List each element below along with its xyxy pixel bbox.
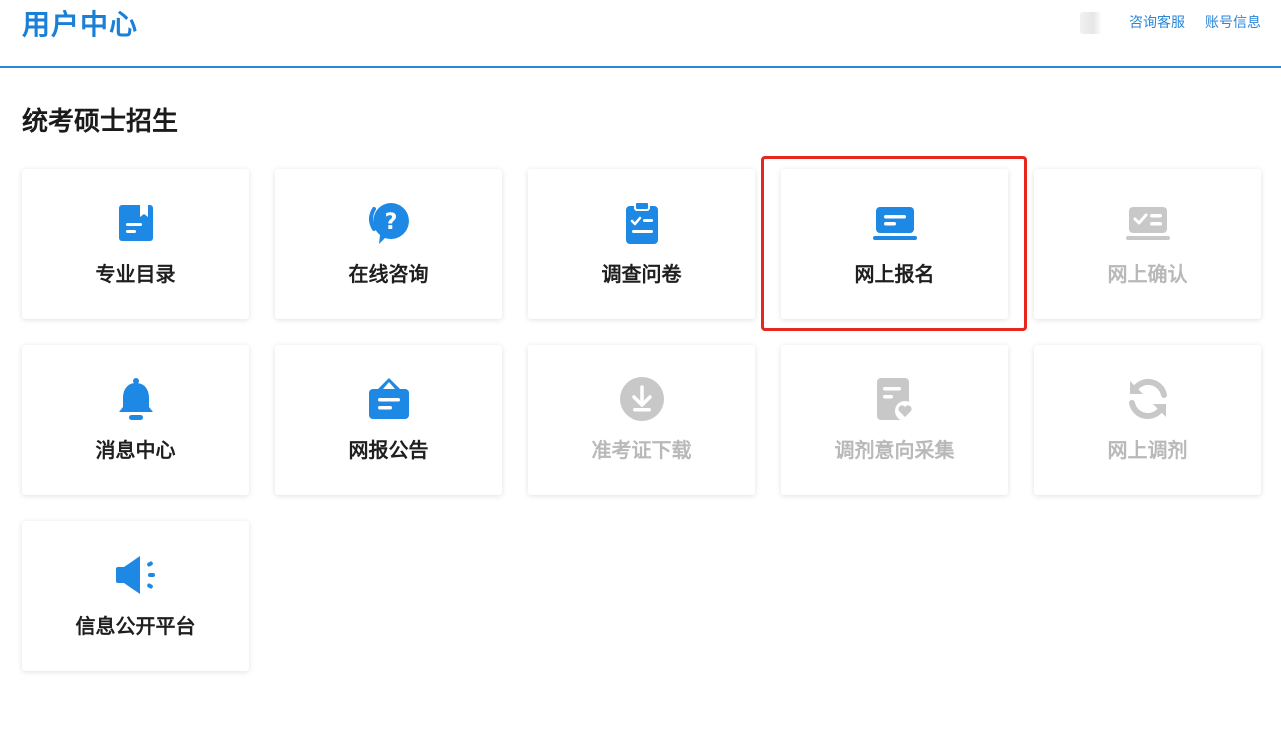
card-online-registration[interactable]: 网上报名 [781, 169, 1008, 319]
refresh-icon [1123, 374, 1173, 424]
clipboard-check-icon [617, 198, 667, 248]
card-label: 在线咨询 [348, 262, 429, 286]
card-info-disclosure-platform[interactable]: 信息公开平台 [22, 521, 249, 671]
question-chat-icon: ? [364, 198, 414, 248]
card-admission-ticket-download[interactable]: 准考证下载 [528, 345, 755, 495]
card-label: 准考证下载 [591, 438, 692, 462]
card-label: 消息中心 [95, 438, 176, 462]
app-title: 用户中心 [22, 8, 139, 41]
card-online-consult[interactable]: ? 在线咨询 [275, 169, 502, 319]
card-survey[interactable]: 调查问卷 [528, 169, 755, 319]
card-major-catalog[interactable]: 专业目录 [22, 169, 249, 319]
customer-service-link[interactable]: 咨询客服 [1129, 13, 1185, 33]
card-adjustment-intent[interactable]: 调剂意向采集 [781, 345, 1008, 495]
card-label: 网报公告 [348, 438, 429, 462]
card-label: 网上确认 [1107, 262, 1188, 286]
card-registration-notice[interactable]: 网报公告 [275, 345, 502, 495]
laptop-icon [870, 198, 920, 248]
card-label: 信息公开平台 [75, 614, 196, 638]
doc-heart-icon [870, 374, 920, 424]
bookmark-doc-icon [111, 198, 161, 248]
card-online-confirmation[interactable]: 网上确认 [1034, 169, 1261, 319]
card-label: 专业目录 [95, 262, 176, 286]
bell-icon [111, 374, 161, 424]
header-links: 咨询客服 账号信息 [1129, 13, 1261, 33]
svg-text:?: ? [384, 210, 397, 235]
card-label: 调剂意向采集 [834, 438, 955, 462]
card-label: 调查问卷 [601, 262, 682, 286]
account-info-link[interactable]: 账号信息 [1205, 13, 1261, 33]
section-title: 统考硕士招生 [22, 107, 179, 137]
download-icon [617, 374, 667, 424]
notice-board-icon [364, 374, 414, 424]
user-avatar[interactable] [1080, 12, 1102, 34]
card-label: 网上调剂 [1107, 438, 1188, 462]
speaker-icon [111, 550, 161, 600]
card-label: 网上报名 [854, 262, 935, 286]
card-message-center[interactable]: 消息中心 [22, 345, 249, 495]
header-bar: 用户中心 咨询客服 账号信息 [0, 0, 1281, 68]
card-online-adjustment[interactable]: 网上调剂 [1034, 345, 1261, 495]
laptop-check-icon [1123, 198, 1173, 248]
